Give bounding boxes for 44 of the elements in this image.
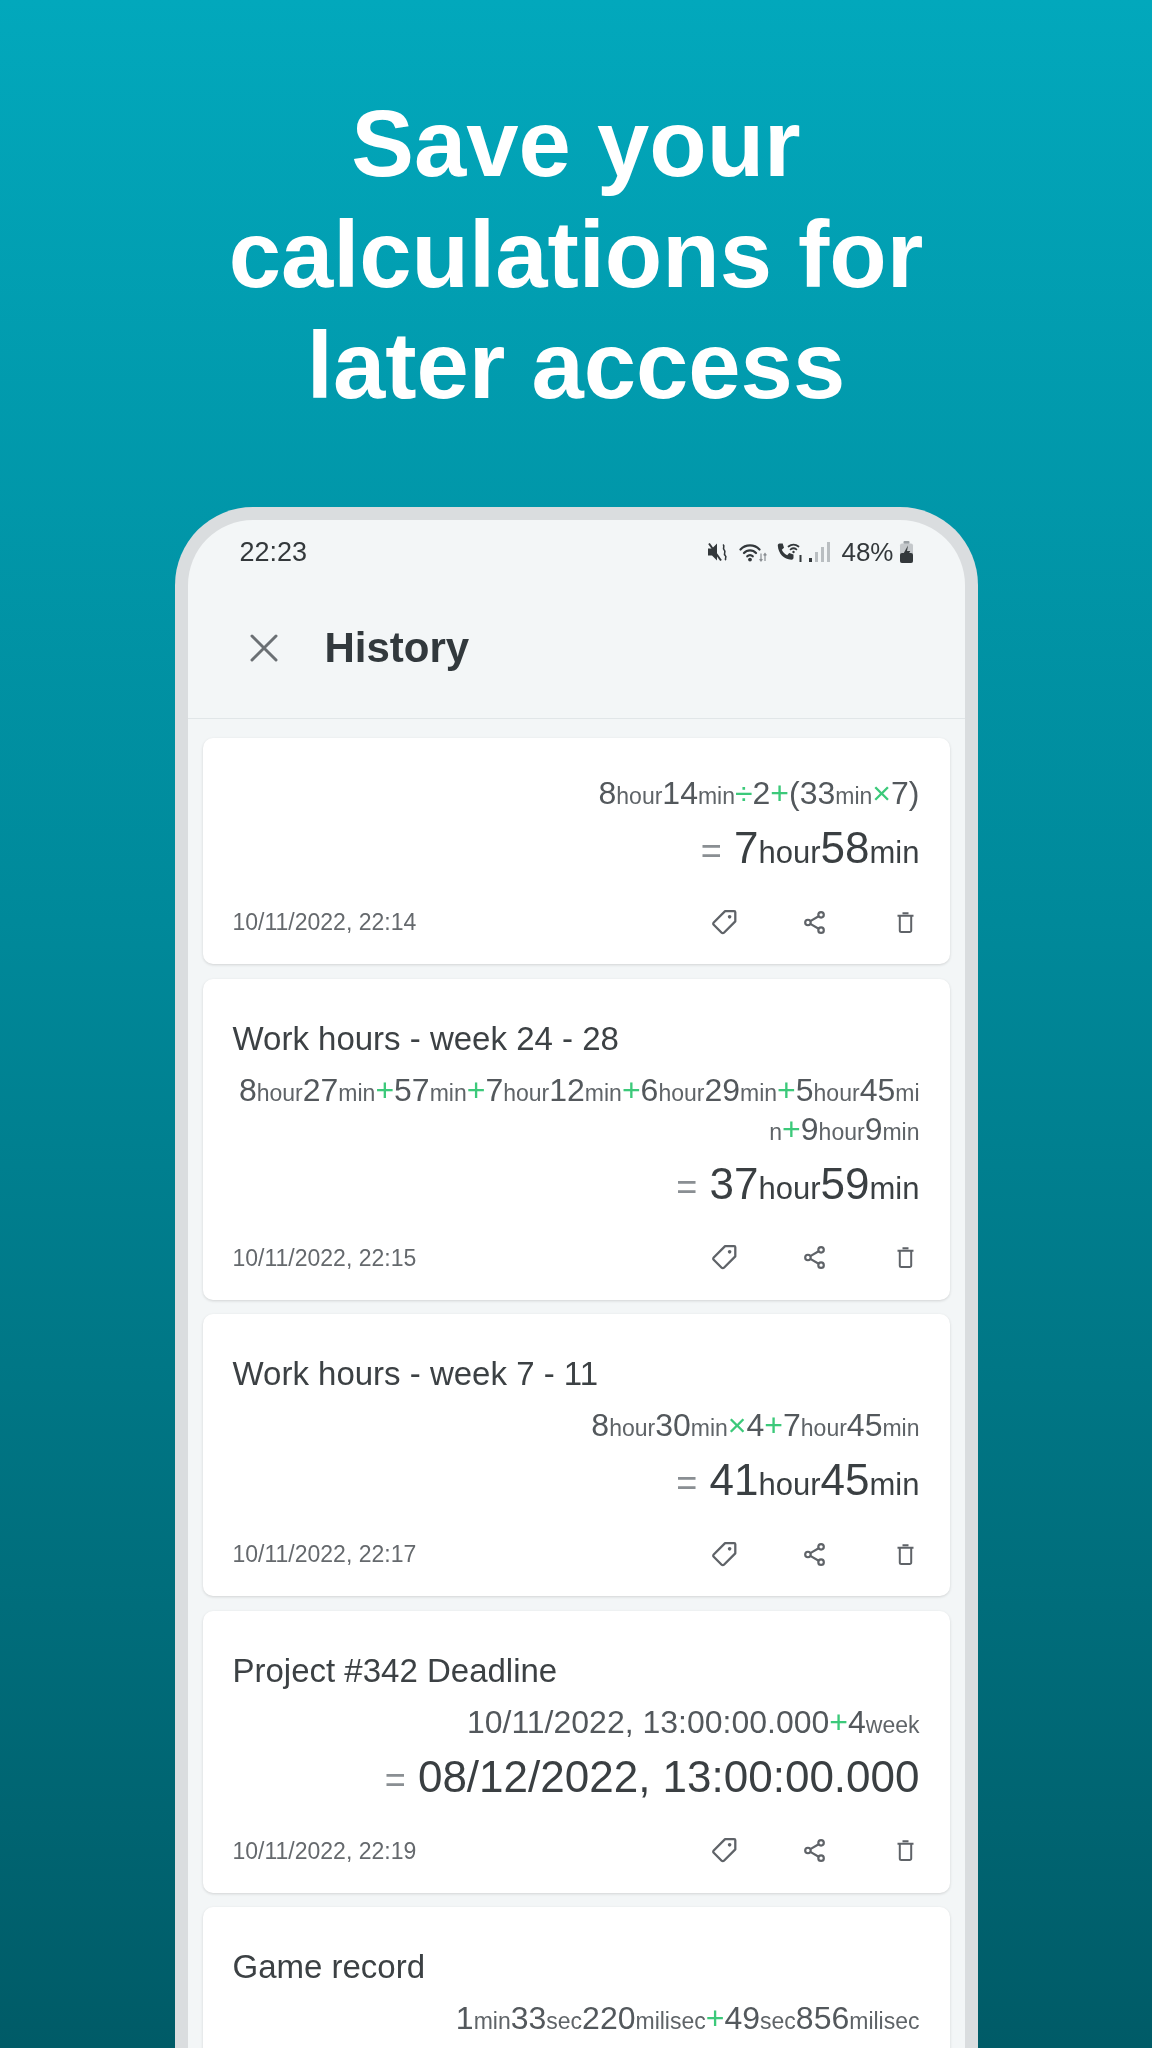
- headline: Save your calculations for later access: [227, 90, 925, 420]
- tag-icon[interactable]: [711, 1838, 737, 1863]
- timestamp: 10/11/2022, 22:14: [232, 908, 417, 937]
- tag-icon[interactable]: [711, 1541, 737, 1567]
- wifi-calling-icon: [776, 542, 804, 562]
- share-icon[interactable]: [802, 1839, 826, 1862]
- calculation-expression: 8hour27min+57min+7hour12min+6hour29min+5hour45mi n+9hour9min: [237, 1070, 920, 1149]
- history-card[interactable]: Project #342 Deadline 10/11/2022, 13:00:00.000+4week = 08/12/2022, 13:00:00.000 10/11/2022, 22:19: [202, 1610, 950, 1893]
- entry-title: Work hours - week 7 - 11: [232, 1354, 600, 1394]
- calculation-expression: 8hour14min÷2+(33min×7): [597, 774, 920, 813]
- history-card[interactable]: Work hours - week 24 - 28 8hour27min+57min+7hour12min+6hour29min+5hour45mi n+9hour9min = 37hour59min 10/11/2022, 22:15: [202, 978, 950, 1300]
- signal-icon: [809, 542, 831, 562]
- trash-icon[interactable]: [896, 1543, 914, 1565]
- history-card[interactable]: Work hours - week 7 - 11 8hour30min×4+7hour45min = 41hour45min 10/11/2022, 22:17: [202, 1314, 950, 1596]
- battery-icon: [898, 541, 914, 563]
- trash-icon[interactable]: [896, 1247, 914, 1268]
- share-icon[interactable]: [802, 1246, 826, 1269]
- history-card[interactable]: 8hour14min÷2+(33min×7) = 7hour58min 10/11/2022, 22:14: [202, 738, 950, 964]
- entry-title: Game record: [232, 1947, 427, 1987]
- tag-icon[interactable]: [711, 1245, 737, 1270]
- calculation-result: = 08/12/2022, 13:00:00.000: [383, 1750, 920, 1803]
- battery-percentage: 48%: [841, 536, 894, 568]
- entry-title: Work hours - week 24 - 28: [232, 1018, 620, 1059]
- screen-title: History: [324, 622, 470, 673]
- share-icon[interactable]: [802, 1542, 826, 1566]
- calculation-result: = 37hour59min: [675, 1157, 920, 1210]
- tag-icon[interactable]: [711, 909, 737, 935]
- timestamp: 10/11/2022, 22:19: [232, 1836, 417, 1866]
- entry-title: Project #342 Deadline: [232, 1650, 559, 1691]
- mute-icon: [708, 542, 729, 562]
- close-icon[interactable]: [249, 633, 278, 662]
- calculation-expression: 8hour30min×4+7hour45min: [590, 1406, 920, 1445]
- timestamp: 10/11/2022, 22:15: [232, 1243, 417, 1273]
- wifi-icon: [739, 542, 768, 562]
- calculation-result: = 7hour58min: [699, 822, 920, 874]
- trash-icon[interactable]: [896, 911, 914, 933]
- calculation-result: = 41hour45min: [675, 1454, 920, 1506]
- share-icon[interactable]: [802, 910, 826, 934]
- calculation-expression: 10/11/2022, 13:00:00.000+4week: [465, 1702, 920, 1742]
- trash-icon[interactable]: [896, 1840, 914, 1861]
- history-card[interactable]: Game record 1min33sec220milisec+49sec856milisec: [202, 1907, 950, 2048]
- calculation-expression: 1min33sec220milisec+49sec856milisec: [454, 1999, 920, 2038]
- status-time: 22:23: [239, 536, 308, 568]
- timestamp: 10/11/2022, 22:17: [232, 1540, 417, 1569]
